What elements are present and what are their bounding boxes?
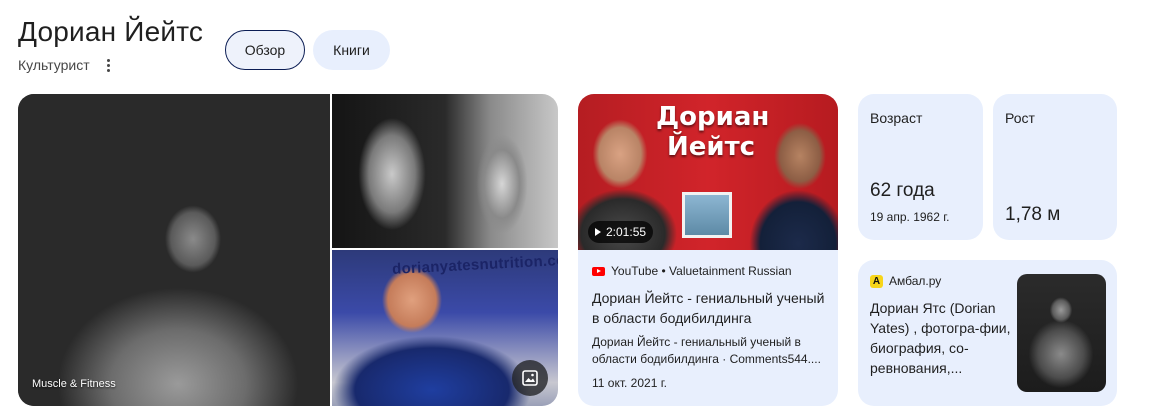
fact-value-height: 1,78 м: [1005, 204, 1061, 225]
thumbnail-inset-photo: [682, 192, 732, 238]
video-source-row: YouTube • Valuetainment Russian: [592, 264, 792, 278]
article-card[interactable]: А Амбал.ру Дориан Ятс (Dorian Yates) , ф…: [858, 260, 1117, 406]
video-source: YouTube • Valuetainment Russian: [611, 264, 792, 278]
article-title[interactable]: Дориан Ятс (Dorian Yates) , фотогра-фии,…: [870, 298, 1012, 378]
video-duration: 2:01:55: [606, 225, 647, 239]
thumbnail-title: Дориан Йейтс: [656, 102, 770, 162]
video-duration-badge: 2:01:55: [588, 221, 654, 243]
video-description: Дориан Йейтс - гениальный ученый в облас…: [592, 335, 821, 366]
site-favicon-icon: А: [870, 274, 883, 288]
image-icon[interactable]: [512, 360, 548, 396]
article-site-name: Амбал.ру: [889, 274, 942, 288]
fact-card-age[interactable]: Возраст 62 года 19 апр. 1962 г.: [858, 94, 983, 240]
photo-watermark: dorianyatesnutrition.com: [391, 251, 558, 278]
video-date: 11 окт. 2021 г.: [592, 376, 667, 390]
photo-top-right[interactable]: [332, 94, 558, 248]
youtube-icon: [592, 266, 605, 276]
entity-title: Дориан Йейтс: [18, 16, 204, 47]
article-thumbnail[interactable]: [1017, 274, 1106, 392]
play-icon: [595, 228, 601, 236]
image-source-label: Muscle & Fitness: [32, 378, 116, 390]
fact-value-age: 62 года: [870, 180, 935, 201]
more-vert-icon[interactable]: [102, 57, 116, 73]
fact-label-height: Рост: [1005, 110, 1035, 126]
fact-card-height[interactable]: Рост 1,78 м: [993, 94, 1117, 240]
video-title[interactable]: Дориан Йейтс - гениальный ученый в облас…: [592, 288, 828, 328]
entity-subtitle-row: Культурист: [18, 57, 116, 73]
article-source-row: А Амбал.ру: [870, 274, 941, 288]
tab-books[interactable]: Книги: [313, 30, 390, 70]
tab-overview[interactable]: Обзор: [225, 30, 305, 70]
video-thumbnail[interactable]: Дориан Йейтс 2:01:55: [578, 94, 838, 250]
photo-bottom-right[interactable]: dorianyatesnutrition.com: [332, 250, 558, 406]
video-card[interactable]: Дориан Йейтс 2:01:55 YouTube • Valuetain…: [578, 94, 838, 406]
entity-subtitle: Культурист: [18, 57, 90, 73]
fact-label-age: Возраст: [870, 110, 923, 126]
fact-birthdate: 19 апр. 1962 г.: [870, 210, 950, 224]
image-collage: Muscle & Fitness dorianyatesnutrition.co…: [18, 94, 558, 406]
main-photo[interactable]: Muscle & Fitness: [18, 94, 330, 406]
